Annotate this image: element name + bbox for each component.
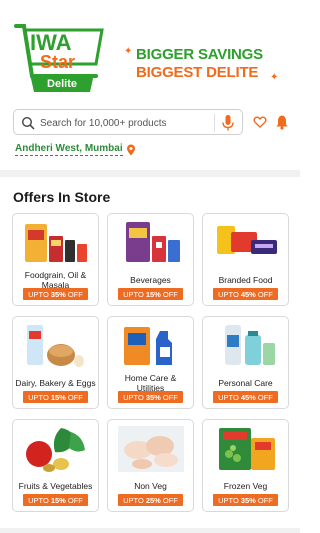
heart-icon[interactable] — [253, 115, 267, 129]
offer-card[interactable]: Branded Food UPTO 45% OFF — [202, 213, 289, 306]
offers-title: Offers In Store — [13, 189, 111, 205]
badge-upto: UPTO — [218, 392, 239, 402]
fruits-vegetables-image — [26, 428, 85, 472]
offer-card[interactable]: Dairy, Bakery & Eggs UPTO 15% OFF — [12, 316, 99, 409]
discount-badge: UPTO 35% OFF — [23, 288, 88, 300]
star-delite-logo[interactable]: IWA Star Delite — [12, 18, 108, 104]
spark-icon: ✦ — [270, 72, 279, 83]
badge-suffix: OFF — [162, 392, 178, 402]
offer-card[interactable]: Beverages UPTO 15% OFF — [107, 213, 194, 306]
offer-card[interactable]: Non Veg UPTO 25% OFF — [107, 419, 194, 512]
location-selector[interactable]: Andheri West, Mumbai — [15, 143, 136, 156]
dairy-bakery-eggs-image — [27, 325, 84, 367]
section-divider — [0, 170, 300, 177]
offer-card[interactable]: Personal Care UPTO 45% OFF — [202, 316, 289, 409]
offer-card[interactable]: Fruits & Vegetables UPTO 15% OFF — [12, 419, 99, 512]
discount-badge: UPTO 35% OFF — [118, 391, 183, 403]
beverages-image — [126, 222, 180, 262]
badge-discount: 35% — [145, 392, 161, 402]
badge-upto: UPTO — [28, 392, 49, 402]
tagline-line2: BIGGEST DELITE — [136, 64, 259, 81]
offer-card[interactable]: Frozen Veg UPTO 35% OFF — [202, 419, 289, 512]
svg-text:Delite: Delite — [47, 78, 77, 90]
badge-discount: 45% — [240, 392, 256, 402]
badge-upto: UPTO — [218, 495, 239, 505]
discount-badge: UPTO 15% OFF — [23, 494, 88, 506]
discount-badge: UPTO 45% OFF — [213, 391, 278, 403]
discount-badge: UPTO 15% OFF — [23, 391, 88, 403]
badge-discount: 15% — [50, 495, 66, 505]
search-row — [13, 109, 293, 135]
frozen-veg-image — [219, 428, 275, 470]
app-header: IWA Star Delite ✦ BIGGER SAVINGS BIGGEST… — [0, 0, 300, 106]
discount-badge: UPTO 35% OFF — [213, 494, 278, 506]
badge-discount: 35% — [50, 289, 66, 299]
map-pin-icon — [126, 144, 135, 155]
badge-discount: 35% — [240, 495, 256, 505]
non-veg-image — [118, 426, 184, 472]
search-icon — [21, 116, 35, 130]
personal-care-image — [225, 325, 275, 365]
badge-discount: 15% — [145, 289, 161, 299]
branded-food-image — [217, 226, 277, 254]
offer-card[interactable]: Foodgrain, Oil & Masala UPTO 35% OFF — [12, 213, 99, 306]
badge-suffix: OFF — [257, 289, 273, 299]
discount-badge: UPTO 25% OFF — [118, 494, 183, 506]
badge-suffix: OFF — [257, 392, 273, 402]
badge-discount: 15% — [50, 392, 66, 402]
mic-icon[interactable] — [220, 114, 236, 132]
badge-suffix: OFF — [67, 289, 83, 299]
tagline-line1: BIGGER SAVINGS — [136, 46, 263, 63]
badge-upto: UPTO — [123, 392, 144, 402]
spark-icon: ✦ — [124, 46, 133, 57]
location-text: Andheri West, Mumbai — [15, 143, 123, 156]
search-divider — [214, 114, 215, 132]
badge-discount: 25% — [145, 495, 161, 505]
search-box[interactable] — [13, 109, 243, 135]
badge-upto: UPTO — [123, 495, 144, 505]
badge-suffix: OFF — [162, 495, 178, 505]
badge-suffix: OFF — [67, 495, 83, 505]
badge-upto: UPTO — [123, 289, 144, 299]
offer-card[interactable]: Home Care & Utilities UPTO 35% OFF — [107, 316, 194, 409]
badge-suffix: OFF — [257, 495, 273, 505]
badge-upto: UPTO — [28, 495, 49, 505]
discount-badge: UPTO 45% OFF — [213, 288, 278, 300]
bell-icon[interactable] — [275, 114, 289, 130]
badge-suffix: OFF — [67, 392, 83, 402]
svg-text:Star: Star — [40, 52, 75, 72]
foodgrain-oil-masala-image — [25, 224, 87, 262]
badge-upto: UPTO — [218, 289, 239, 299]
home-care-utilities-image — [124, 327, 172, 365]
badge-upto: UPTO — [28, 289, 49, 299]
badge-suffix: OFF — [162, 289, 178, 299]
discount-badge: UPTO 15% OFF — [118, 288, 183, 300]
badge-discount: 45% — [240, 289, 256, 299]
search-input[interactable] — [40, 114, 215, 132]
bottom-divider — [0, 528, 300, 533]
